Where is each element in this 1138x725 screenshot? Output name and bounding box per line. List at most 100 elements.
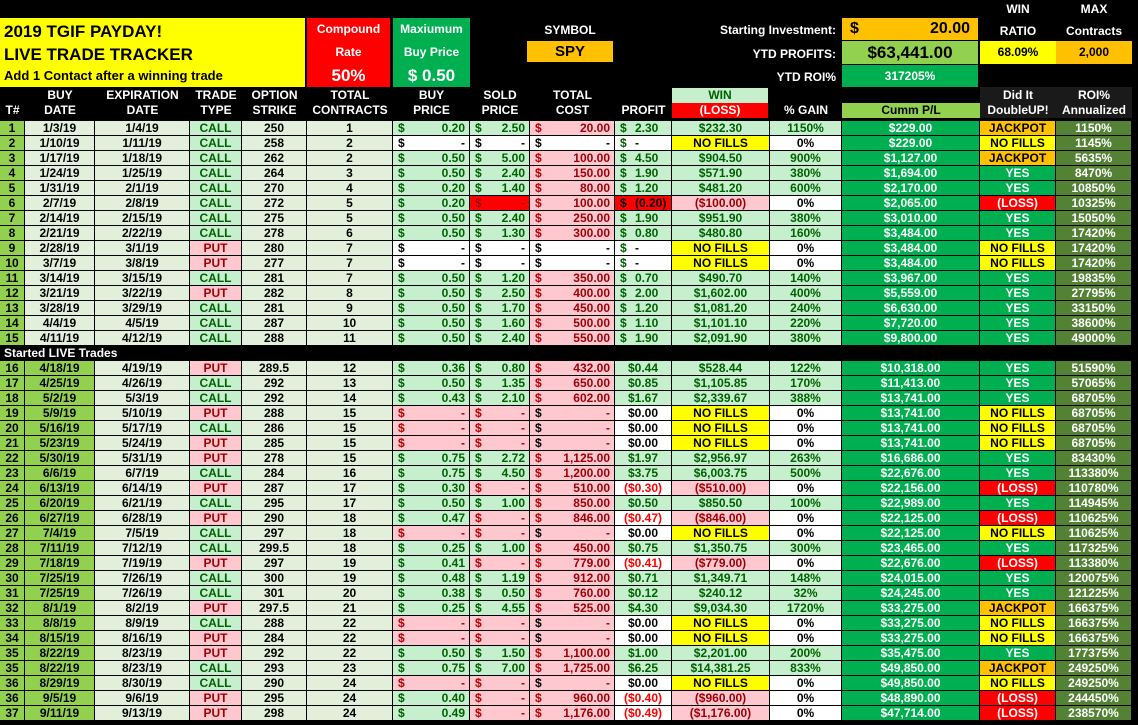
- total-cost[interactable]: $ -: [530, 421, 615, 436]
- buy-price[interactable]: $0.50: [393, 286, 470, 301]
- buy-date[interactable]: 9/5/19: [25, 691, 95, 706]
- total-contracts[interactable]: 18: [307, 511, 393, 526]
- buy-price[interactable]: $ -: [393, 406, 470, 421]
- roi-annualized[interactable]: 33150%: [1056, 301, 1132, 316]
- percent-gain[interactable]: 200%: [770, 646, 842, 661]
- table-row[interactable]: 28 7/11/19 7/12/19 CALL 299.5 18 $0.25 $1.00 $45…: [0, 541, 1132, 556]
- total-contracts[interactable]: 3: [307, 166, 393, 181]
- total-contracts[interactable]: 22: [307, 631, 393, 646]
- total-cost[interactable]: $510.00: [530, 481, 615, 496]
- total-cost[interactable]: $ -: [530, 436, 615, 451]
- profit[interactable]: $3.75: [615, 466, 672, 481]
- roi-annualized[interactable]: 17420%: [1056, 256, 1132, 271]
- cumulative-pl[interactable]: $22,156.00: [842, 481, 980, 496]
- cumulative-pl[interactable]: $24,015.00: [842, 571, 980, 586]
- trade-number[interactable]: 8: [0, 226, 25, 241]
- percent-gain[interactable]: 170%: [770, 376, 842, 391]
- trade-type[interactable]: CALL: [190, 571, 242, 586]
- cumulative-pl[interactable]: $229.00: [842, 136, 980, 151]
- win-loss[interactable]: $490.70: [672, 271, 770, 286]
- table-row[interactable]: 15 4/11/19 4/12/19 CALL 288 11 $0.50 $2.40 $550.…: [0, 331, 1132, 346]
- win-loss[interactable]: $528.44: [672, 361, 770, 376]
- win-loss[interactable]: $1,350.75: [672, 541, 770, 556]
- percent-gain[interactable]: 0%: [770, 136, 842, 151]
- trade-type[interactable]: CALL: [190, 331, 242, 346]
- sold-price[interactable]: $1.40: [470, 181, 530, 196]
- profit[interactable]: $0.50: [615, 496, 672, 511]
- sold-price[interactable]: $ -: [470, 256, 530, 271]
- sold-price[interactable]: $ -: [470, 136, 530, 151]
- buy-price[interactable]: $0.75: [393, 661, 470, 676]
- percent-gain[interactable]: 0%: [770, 421, 842, 436]
- profit[interactable]: $0.80: [615, 226, 672, 241]
- buy-price[interactable]: $ -: [393, 241, 470, 256]
- profit[interactable]: $0.85: [615, 376, 672, 391]
- sold-price[interactable]: $1.30: [470, 226, 530, 241]
- cumulative-pl[interactable]: $49,850.00: [842, 676, 980, 691]
- expiration-date[interactable]: 3/29/19: [95, 301, 190, 316]
- buy-price[interactable]: $0.50: [393, 301, 470, 316]
- table-row[interactable]: 1 1/3/19 1/4/19 CALL 250 1 $0.20 $2.50 $20.00 $2.…: [0, 121, 1132, 136]
- buy-date[interactable]: 8/22/19: [25, 646, 95, 661]
- buy-price[interactable]: $ -: [393, 616, 470, 631]
- total-contracts[interactable]: 2: [307, 151, 393, 166]
- trade-type[interactable]: CALL: [190, 541, 242, 556]
- table-row[interactable]: 29 7/18/19 7/19/19 PUT 297 19 $0.41 $ - $779.00 ($…: [0, 556, 1132, 571]
- sold-price[interactable]: $2.50: [470, 121, 530, 136]
- total-cost[interactable]: $1,125.00: [530, 451, 615, 466]
- sold-price[interactable]: $1.60: [470, 316, 530, 331]
- option-strike[interactable]: 284: [242, 631, 307, 646]
- option-strike[interactable]: 288: [242, 616, 307, 631]
- total-cost[interactable]: $1,176.00: [530, 706, 615, 721]
- total-cost[interactable]: $300.00: [530, 226, 615, 241]
- buy-price[interactable]: $0.50: [393, 331, 470, 346]
- buy-price[interactable]: $0.50: [393, 376, 470, 391]
- cumulative-pl[interactable]: $22,676.00: [842, 466, 980, 481]
- sold-price[interactable]: $1.70: [470, 301, 530, 316]
- expiration-date[interactable]: 1/18/19: [95, 151, 190, 166]
- cumulative-pl[interactable]: $13,741.00: [842, 421, 980, 436]
- trade-type[interactable]: PUT: [190, 241, 242, 256]
- roi-annualized[interactable]: 1145%: [1056, 136, 1132, 151]
- percent-gain[interactable]: 600%: [770, 181, 842, 196]
- expiration-date[interactable]: 2/1/19: [95, 181, 190, 196]
- total-contracts[interactable]: 9: [307, 301, 393, 316]
- table-row[interactable]: 6 2/7/19 2/8/19 CALL 272 5 $0.20 $ - $100.00 $ (0.2…: [0, 196, 1132, 211]
- percent-gain[interactable]: 900%: [770, 151, 842, 166]
- roi-annualized[interactable]: 83430%: [1056, 451, 1132, 466]
- total-cost[interactable]: $1,100.00: [530, 646, 615, 661]
- sold-price[interactable]: $2.50: [470, 286, 530, 301]
- total-cost[interactable]: $100.00: [530, 151, 615, 166]
- table-row[interactable]: 21 5/23/19 5/24/19 PUT 285 15 $ - $ - $ - $0.00 NO FI…: [0, 436, 1132, 451]
- percent-gain[interactable]: 263%: [770, 451, 842, 466]
- expiration-date[interactable]: 1/11/19: [95, 136, 190, 151]
- total-cost[interactable]: $250.00: [530, 211, 615, 226]
- cumulative-pl[interactable]: $13,741.00: [842, 391, 980, 406]
- trade-number[interactable]: 19: [0, 406, 25, 421]
- trade-type[interactable]: PUT: [190, 631, 242, 646]
- total-cost[interactable]: $846.00: [530, 511, 615, 526]
- expiration-date[interactable]: 7/5/19: [95, 526, 190, 541]
- cumulative-pl[interactable]: $3,484.00: [842, 226, 980, 241]
- trade-number[interactable]: 12: [0, 286, 25, 301]
- buy-date[interactable]: 8/8/19: [25, 616, 95, 631]
- option-strike[interactable]: 289.5: [242, 361, 307, 376]
- cumulative-pl[interactable]: $3,010.00: [842, 211, 980, 226]
- expiration-date[interactable]: 4/19/19: [95, 361, 190, 376]
- expiration-date[interactable]: 8/23/19: [95, 661, 190, 676]
- table-row[interactable]: 32 8/1/19 8/2/19 PUT 297.5 21 $0.25 $4.55 $525.0…: [0, 601, 1132, 616]
- trade-type[interactable]: CALL: [190, 526, 242, 541]
- cumulative-pl[interactable]: $2,170.00: [842, 181, 980, 196]
- trade-number[interactable]: 24: [0, 481, 25, 496]
- option-strike[interactable]: 300: [242, 571, 307, 586]
- buy-price[interactable]: $ -: [393, 676, 470, 691]
- trade-number[interactable]: 4: [0, 166, 25, 181]
- total-contracts[interactable]: 22: [307, 646, 393, 661]
- roi-annualized[interactable]: 68705%: [1056, 391, 1132, 406]
- buy-price[interactable]: $0.50: [393, 151, 470, 166]
- cumulative-pl[interactable]: $24,245.00: [842, 586, 980, 601]
- buy-price[interactable]: $0.36: [393, 361, 470, 376]
- cumulative-pl[interactable]: $3,484.00: [842, 256, 980, 271]
- option-strike[interactable]: 297: [242, 526, 307, 541]
- expiration-date[interactable]: 5/24/19: [95, 436, 190, 451]
